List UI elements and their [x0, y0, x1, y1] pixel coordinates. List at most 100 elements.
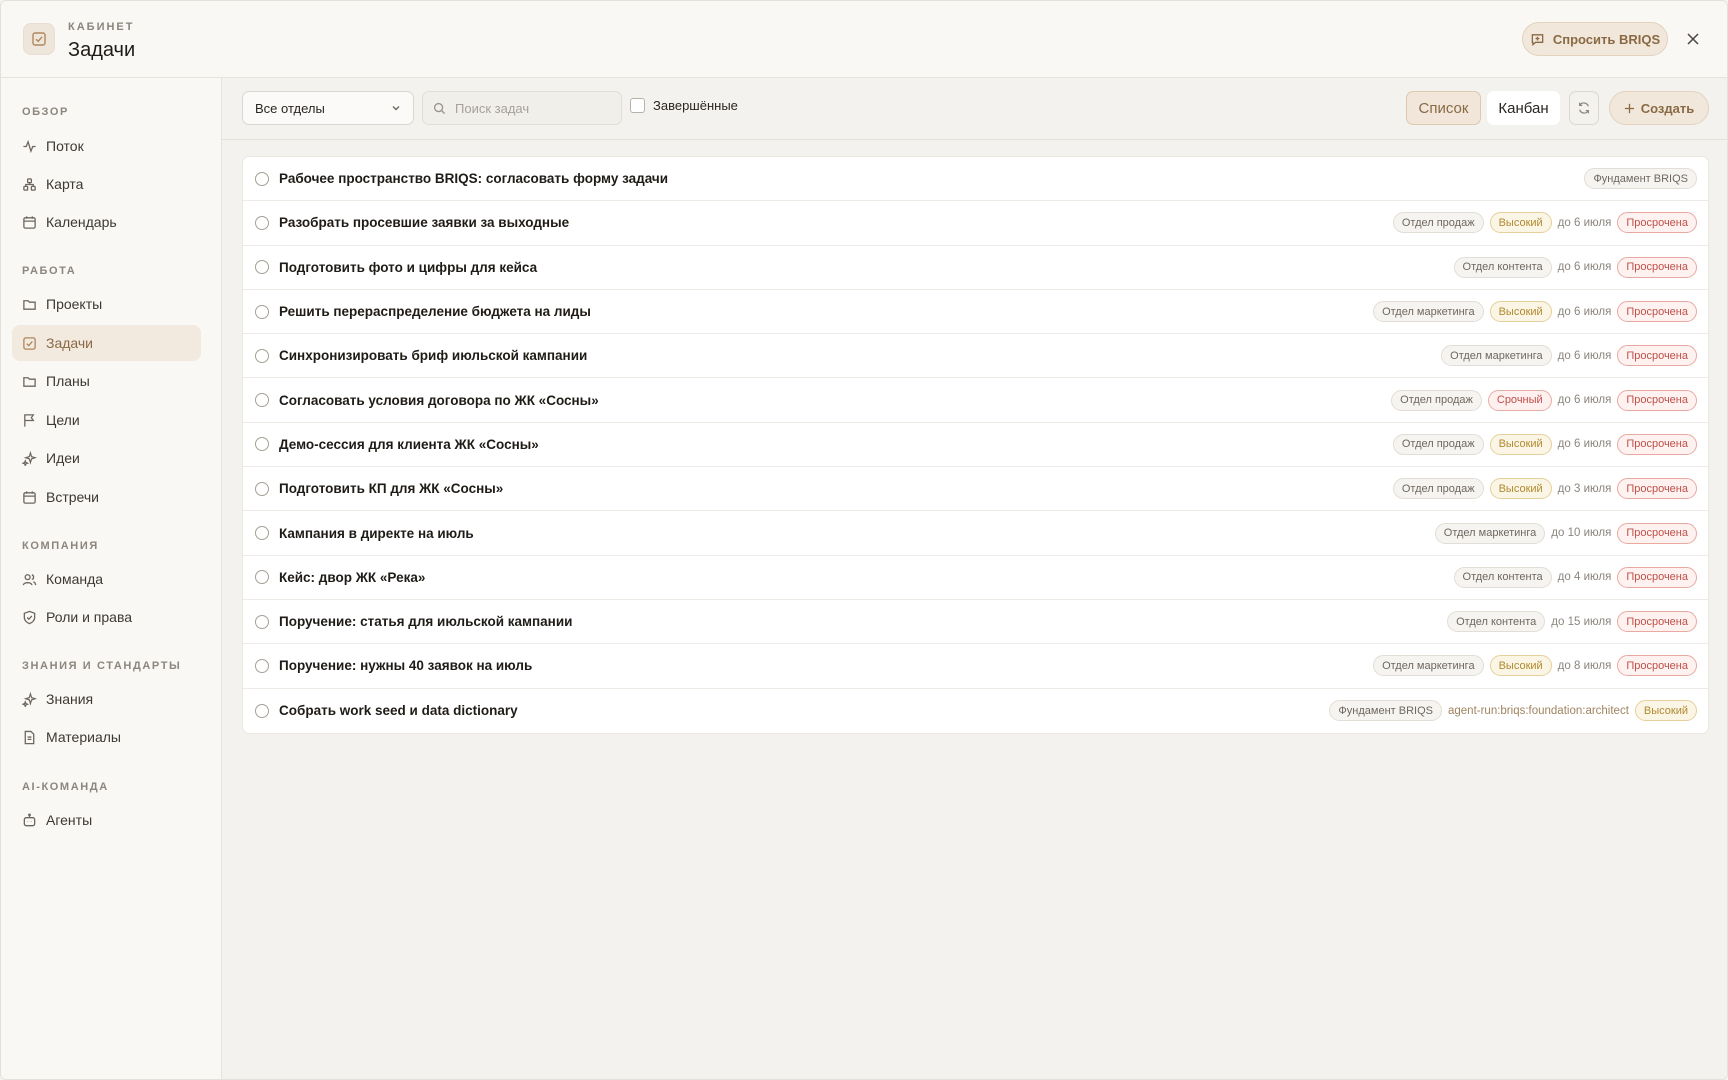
task-complete-toggle[interactable] — [255, 526, 269, 541]
view-kanban-button[interactable]: Канбан — [1487, 91, 1560, 125]
flag-icon — [24, 413, 35, 427]
close-button[interactable] — [1681, 27, 1705, 51]
task-complete-toggle[interactable] — [255, 481, 269, 496]
app-window: КАБИНЕТ Задачи Спросить BRIQS ОБЗОР Пото… — [0, 0, 1728, 1080]
message-plus-icon — [1531, 33, 1544, 46]
task-complete-toggle[interactable] — [255, 304, 269, 319]
ask-briqs-button[interactable]: Спросить BRIQS — [1522, 22, 1668, 56]
department-select[interactable]: Все отделы — [242, 91, 414, 125]
task-complete-toggle[interactable] — [255, 614, 269, 629]
task-complete-toggle[interactable] — [255, 260, 269, 275]
task-due-date: до 6 июля — [1557, 349, 1612, 362]
task-complete-toggle[interactable] — [255, 658, 269, 673]
sidebar-item-ideas[interactable]: Идеи — [12, 440, 201, 476]
status-badge: Просрочена — [1617, 478, 1697, 500]
sidebar-item-projects[interactable]: Проекты — [12, 286, 201, 322]
task-complete-toggle[interactable] — [255, 348, 269, 363]
refresh-button[interactable] — [1569, 91, 1599, 125]
priority-badge: Высокий — [1489, 478, 1552, 500]
task-complete-toggle[interactable] — [255, 171, 269, 186]
sidebar-section-ai-team: AI-КОМАНДА — [22, 781, 109, 793]
sidebar-item-knowledge[interactable]: Знания — [12, 681, 201, 717]
task-due-date: до 6 июля — [1557, 216, 1612, 229]
sidebar-item-roles[interactable]: Роли и права — [12, 599, 201, 635]
task-row[interactable]: Согласовать условия договора по ЖК «Сосн… — [243, 378, 1708, 423]
task-row[interactable]: Кампания в директе на июль Отдел маркетин… — [243, 511, 1708, 556]
task-row[interactable]: Подготовить фото и цифры для кейса Отдел … — [243, 246, 1708, 290]
task-row[interactable]: Собрать work seed и data dictionary Фунда… — [243, 689, 1708, 733]
task-title: Поручение: статья для июльской кампании — [279, 614, 573, 630]
task-tags: Отдел контента до 4 июля Просрочена — [1453, 566, 1697, 588]
sidebar-item-flow[interactable]: Поток — [12, 128, 201, 164]
task-title: Подготовить КП для ЖК «Сосны» — [279, 481, 504, 497]
status-badge: Просрочена — [1617, 433, 1697, 455]
status-badge: Просрочена — [1617, 256, 1697, 278]
task-row[interactable]: Демо-сессия для клиента ЖК «Сосны» Отдел … — [243, 423, 1708, 468]
sidebar-item-label: Планы — [46, 373, 90, 389]
folder-icon — [23, 376, 36, 387]
priority-badge: Высокий — [1489, 212, 1552, 234]
search-input[interactable] — [455, 100, 605, 116]
task-complete-toggle[interactable] — [255, 393, 269, 408]
task-row[interactable]: Разобрать просевшие заявки за выходные От… — [243, 201, 1708, 246]
priority-badge: Высокий — [1634, 700, 1697, 722]
sidebar-item-goals[interactable]: Цели — [12, 402, 201, 438]
task-complete-toggle[interactable] — [255, 215, 269, 230]
completed-checkbox[interactable] — [630, 98, 645, 113]
task-complete-toggle[interactable] — [255, 437, 269, 452]
create-task-button[interactable]: Создать — [1609, 91, 1709, 125]
folder-icon — [23, 299, 36, 310]
search-field[interactable] — [422, 91, 622, 125]
task-row[interactable]: Рабочее пространство BRIQS: согласовать … — [243, 157, 1708, 202]
map-icon — [23, 177, 36, 191]
task-row[interactable]: Решить перераспределение бюджета на лиды… — [243, 290, 1708, 335]
sidebar-item-label: Цели — [46, 412, 80, 428]
task-row[interactable]: Синхронизировать бриф июльской кампании О… — [243, 334, 1708, 379]
task-row[interactable]: Поручение: нужны 40 заявок на июль Отдел … — [243, 644, 1708, 689]
completed-filter[interactable]: Завершённые — [630, 98, 738, 113]
task-row[interactable]: Подготовить КП для ЖК «Сосны» Отдел прода… — [243, 467, 1708, 512]
sidebar-item-label: Команда — [46, 571, 104, 587]
status-badge: Просрочена — [1617, 522, 1697, 544]
sidebar-item-materials[interactable]: Материалы — [12, 719, 201, 755]
sidebar-item-label: Материалы — [46, 729, 121, 745]
task-tags: Отдел контента до 6 июля Просрочена — [1453, 256, 1697, 278]
sidebar-item-label: Задачи — [46, 335, 94, 351]
sidebar-item-label: Карта — [46, 176, 84, 192]
sidebar-item-calendar[interactable]: Календарь — [12, 204, 201, 240]
sidebar-item-plans[interactable]: Планы — [12, 363, 201, 399]
department-badge: Отдел продаж — [1392, 212, 1484, 234]
sidebar-item-agents[interactable]: Агенты — [12, 802, 201, 838]
task-due-date: до 15 июля — [1551, 615, 1612, 628]
calendar-icon — [23, 215, 36, 229]
sidebar-item-tasks[interactable]: Задачи — [12, 325, 201, 361]
close-icon — [1687, 33, 1699, 45]
sidebar-item-map[interactable]: Карта — [12, 166, 201, 202]
sidebar-item-label: Встречи — [46, 489, 99, 505]
sidebar-section-company: КОМПАНИЯ — [22, 540, 99, 552]
department-badge: Отдел продаж — [1392, 478, 1484, 500]
task-due-date: до 6 июля — [1557, 394, 1612, 407]
task-row[interactable]: Поручение: статья для июльской кампании О… — [243, 600, 1708, 645]
view-list-button[interactable]: Список — [1406, 91, 1481, 125]
sidebar-item-label: Проекты — [46, 296, 103, 312]
department-select-value: Все отделы — [255, 100, 325, 116]
task-complete-toggle[interactable] — [255, 703, 269, 718]
task-title: Собрать work seed и data dictionary — [279, 703, 518, 719]
sidebar-item-label: Поток — [46, 138, 84, 154]
task-row[interactable]: Кейс: двор ЖК «Река» Отдел контента до 4 и… — [243, 556, 1708, 600]
sidebar-item-team[interactable]: Команда — [12, 561, 201, 597]
status-badge: Просрочена — [1617, 611, 1697, 633]
task-due-date: до 10 июля — [1551, 527, 1612, 540]
sidebar-item-meetings[interactable]: Встречи — [12, 479, 201, 515]
sidebar-section-knowledge: ЗНАНИЯ И СТАНДАРТЫ — [22, 660, 182, 672]
status-badge: Просрочена — [1617, 212, 1697, 234]
task-tags: Отдел продаж Срочный до 6 июля Просрочена — [1391, 389, 1697, 411]
status-badge: Просрочена — [1617, 566, 1697, 588]
status-badge: Просрочена — [1617, 345, 1697, 367]
task-complete-toggle[interactable] — [255, 570, 269, 585]
sidebar-section-work: РАБОТА — [22, 265, 77, 277]
task-tags: Отдел продаж Высокий до 6 июля Просрочена — [1392, 433, 1697, 455]
chevron-down-icon — [392, 106, 400, 111]
task-title: Поручение: нужны 40 заявок на июль — [279, 658, 533, 674]
